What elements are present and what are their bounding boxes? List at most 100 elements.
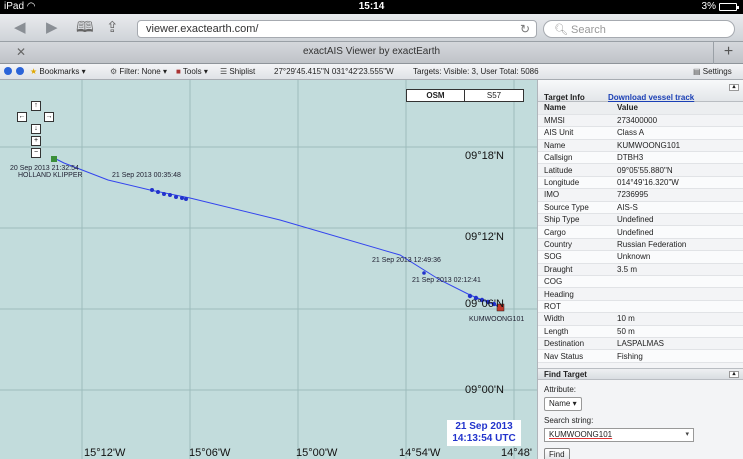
track-point bbox=[162, 192, 166, 196]
url-field[interactable]: viewer.exactearth.com/ ↻ bbox=[137, 20, 537, 38]
zoom-in-button[interactable]: + bbox=[31, 136, 41, 146]
property-name: Destination bbox=[538, 337, 611, 351]
property-value: Undefined bbox=[611, 225, 743, 239]
search-string-label: Search string: bbox=[544, 416, 594, 425]
table-row: Draught 3.5 m bbox=[538, 263, 743, 276]
pan-right-button[interactable]: → bbox=[44, 112, 54, 122]
bookmarks-book-icon[interactable]: 🕮 bbox=[76, 20, 94, 36]
property-name: Country bbox=[538, 238, 611, 252]
layer-osm-button[interactable]: OSM bbox=[407, 90, 465, 101]
pan-up-button[interactable]: ↑ bbox=[31, 101, 41, 111]
target-info-table-wrap[interactable]: Name Value MMSI 273400000 AIS Unit Class AN… bbox=[538, 102, 743, 368]
app-toolbar: ★ Bookmarks ▾ ⚙ Filter: None ▾ ■ Tools ▾… bbox=[0, 64, 743, 80]
battery-status: 3% bbox=[702, 1, 739, 12]
download-track-link[interactable]: Download vessel track bbox=[608, 93, 694, 102]
filter-icon: ⚙ bbox=[110, 67, 118, 76]
nav-forward-icon[interactable] bbox=[16, 67, 24, 76]
search-placeholder: Search bbox=[571, 24, 606, 36]
nav-back-icon[interactable] bbox=[4, 67, 12, 76]
target-info-header: Target Info Download vessel track ▴ bbox=[538, 80, 743, 102]
target-info-table: Name Value MMSI 273400000 AIS Unit Class AN… bbox=[538, 102, 743, 363]
star-icon: ★ bbox=[30, 67, 38, 76]
new-tab-button[interactable]: + bbox=[713, 42, 743, 64]
property-name: Width bbox=[538, 312, 611, 326]
property-name: Length bbox=[538, 325, 611, 338]
property-name: Draught bbox=[538, 263, 611, 276]
table-row: IMO 7236995 bbox=[538, 188, 743, 202]
property-value: DTBH3 bbox=[611, 151, 743, 165]
lat-label: 09°06'N bbox=[465, 298, 504, 310]
track-timestamp: 20 Sep 2013 21:32:54 bbox=[10, 165, 79, 172]
layer-switcher: OSM S57 bbox=[406, 89, 524, 102]
property-name: COG bbox=[538, 275, 611, 289]
forward-icon[interactable]: ▶ bbox=[46, 20, 58, 36]
filter-menu[interactable]: ⚙ Filter: None ▾ bbox=[110, 67, 167, 76]
table-row: Nav Status Fishing bbox=[538, 349, 743, 363]
property-value bbox=[611, 287, 743, 301]
settings-button[interactable]: ▤ Settings bbox=[693, 67, 732, 76]
browser-toolbar: ◀ ▶ 🕮 ⇪ viewer.exactearth.com/ ↻ 🔍︎ Sear… bbox=[0, 14, 743, 42]
collapse-target-info-icon[interactable]: ▴ bbox=[729, 84, 739, 91]
tools-icon: ■ bbox=[176, 67, 181, 76]
settings-icon: ▤ bbox=[693, 67, 701, 76]
tab-title[interactable]: exactAIS Viewer by exactEarth bbox=[0, 46, 743, 57]
table-row: AIS Unit Class A bbox=[538, 126, 743, 140]
clock: 15:14 bbox=[358, 1, 385, 12]
column-header: Name bbox=[538, 102, 611, 115]
table-row: Destination LASPALMAS bbox=[538, 337, 743, 351]
search-field[interactable]: 🔍︎ Search bbox=[543, 20, 735, 38]
cursor-coordinates: 27°29'45.415"N 031°42'23.555"W bbox=[274, 67, 394, 76]
share-icon[interactable]: ⇪ bbox=[106, 20, 119, 36]
property-name: Callsign bbox=[538, 151, 611, 165]
property-value: 50 m bbox=[611, 325, 743, 338]
property-name: Source Type bbox=[538, 201, 611, 215]
property-value: LASPALMAS bbox=[611, 337, 743, 351]
tab-bar: ✕ exactAIS Viewer by exactEarth + bbox=[0, 42, 743, 64]
property-name: Latitude bbox=[538, 163, 611, 177]
vessel-track-line bbox=[53, 157, 501, 308]
map-canvas[interactable] bbox=[0, 80, 537, 459]
lat-label: 09°18'N bbox=[465, 150, 504, 162]
tools-menu[interactable]: ■ Tools ▾ bbox=[176, 67, 208, 76]
property-name: Name bbox=[538, 139, 611, 153]
vessel-label-holland[interactable]: HOLLAND KLIPPER bbox=[18, 172, 83, 179]
pan-left-button[interactable]: ← bbox=[17, 112, 27, 122]
vessel-label-kumwoong[interactable]: KUMWOONG101 bbox=[469, 316, 524, 323]
property-value: Undefined bbox=[611, 213, 743, 227]
map-view[interactable]: ↑ ← → ↓ + − OSM S57 09°18'N 09°12'N 09°0… bbox=[0, 80, 537, 459]
find-button[interactable]: Find bbox=[544, 448, 570, 459]
track-point bbox=[168, 193, 172, 197]
shiplist-button[interactable]: ☰ Shiplist bbox=[220, 67, 255, 76]
layer-s57-button[interactable]: S57 bbox=[465, 90, 523, 101]
map-date: 21 Sep 2013 bbox=[455, 421, 513, 432]
attribute-select[interactable]: Name ▾ bbox=[544, 397, 582, 411]
property-name: Nav Status bbox=[538, 349, 611, 363]
chevron-down-icon[interactable]: ▾ bbox=[685, 429, 689, 441]
back-icon[interactable]: ◀ bbox=[14, 20, 26, 36]
search-string-input[interactable]: KUMWOONG101 ▾ bbox=[544, 428, 694, 442]
table-row: Source Type AIS-S bbox=[538, 201, 743, 215]
table-row: Ship Type Undefined bbox=[538, 213, 743, 227]
reload-icon[interactable]: ↻ bbox=[520, 22, 530, 36]
property-value: AIS-S bbox=[611, 201, 743, 215]
vessel-marker-holland[interactable] bbox=[51, 156, 57, 162]
zoom-out-button[interactable]: − bbox=[31, 148, 41, 158]
battery-icon bbox=[719, 2, 739, 11]
table-row: ROT bbox=[538, 300, 743, 314]
column-header: Value bbox=[611, 102, 743, 115]
property-value bbox=[611, 300, 743, 314]
pan-down-button[interactable]: ↓ bbox=[31, 124, 41, 134]
bookmarks-menu[interactable]: ★ Bookmarks ▾ bbox=[30, 67, 86, 76]
find-target-header: Find Target ▴ bbox=[538, 368, 743, 380]
lon-label: 15°06'W bbox=[189, 447, 231, 459]
property-name: Ship Type bbox=[538, 213, 611, 227]
map-time: 14:13:54 UTC bbox=[452, 433, 516, 444]
track-point bbox=[422, 271, 426, 275]
chevron-down-icon: ▾ bbox=[572, 399, 577, 408]
list-icon: ☰ bbox=[220, 67, 228, 76]
collapse-find-target-icon[interactable]: ▴ bbox=[729, 371, 739, 378]
table-row: MMSI 273400000 bbox=[538, 114, 743, 128]
map-time-display: 21 Sep 2013 14:13:54 UTC bbox=[447, 420, 521, 446]
lat-label: 09°00'N bbox=[465, 384, 504, 396]
property-value: Class A bbox=[611, 126, 743, 140]
